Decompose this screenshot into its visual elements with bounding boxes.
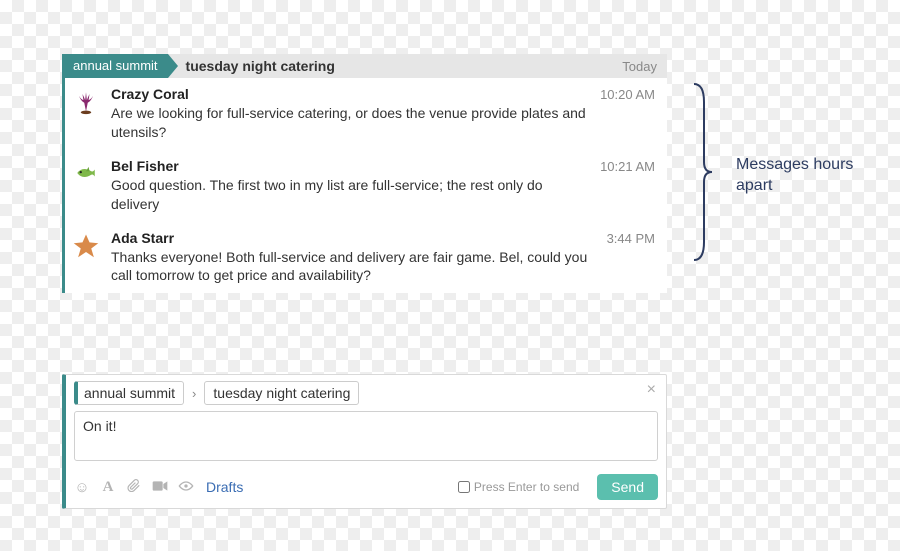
message: Bel Fisher 10:21 AM Good question. The f…	[65, 150, 667, 222]
message-time: 10:20 AM	[600, 87, 655, 102]
compose-topic-tag[interactable]: tuesday night catering	[204, 381, 359, 405]
compose-toolbar: ☺ A Drafts Press Enter to send Send	[66, 470, 666, 508]
chevron-right-icon: ›	[192, 386, 196, 401]
message-time: 10:21 AM	[600, 159, 655, 174]
message-time: 3:44 PM	[607, 231, 655, 246]
drafts-link[interactable]: Drafts	[206, 479, 243, 495]
message-text: Are we looking for full-service catering…	[111, 104, 591, 142]
avatar-fish	[71, 158, 101, 188]
close-icon[interactable]: ×	[647, 381, 656, 399]
avatar-coral	[71, 86, 101, 116]
compose-box: annual summit › tuesday night catering ×…	[62, 374, 667, 509]
annotation-label: Messages hours apart	[736, 155, 866, 197]
format-icon[interactable]: A	[100, 479, 116, 496]
compose-recipients: annual summit › tuesday night catering ×	[66, 375, 666, 411]
thread-parent-stream[interactable]: annual summit	[65, 54, 168, 78]
starfish-icon	[72, 231, 100, 259]
press-enter-label: Press Enter to send	[474, 480, 579, 494]
message-author[interactable]: Bel Fisher	[111, 158, 179, 174]
video-icon[interactable]	[152, 479, 168, 496]
compose-stream-tag[interactable]: annual summit	[74, 381, 184, 405]
preview-icon[interactable]	[178, 479, 194, 496]
press-enter-hint[interactable]: Press Enter to send	[458, 480, 579, 494]
thread-header: annual summit tuesday night catering Tod…	[65, 54, 667, 78]
emoji-icon[interactable]: ☺	[74, 479, 90, 496]
message-author[interactable]: Ada Starr	[111, 230, 174, 246]
message-text: Good question. The first two in my list …	[111, 176, 591, 214]
message-author[interactable]: Crazy Coral	[111, 86, 189, 102]
coral-icon	[72, 87, 100, 115]
message: Ada Starr 3:44 PM Thanks everyone! Both …	[65, 222, 667, 294]
annotation-brace	[690, 82, 715, 262]
send-button[interactable]: Send	[597, 474, 658, 500]
thread-topic[interactable]: tuesday night catering	[186, 58, 335, 74]
thread-date-label: Today	[622, 59, 657, 74]
thread-panel: annual summit tuesday night catering Tod…	[62, 54, 667, 293]
message-text: Thanks everyone! Both full-service and d…	[111, 248, 591, 286]
fish-icon	[72, 159, 100, 187]
message: Crazy Coral 10:20 AM Are we looking for …	[65, 78, 667, 150]
avatar-star	[71, 230, 101, 260]
attach-icon[interactable]	[126, 478, 142, 496]
compose-textarea[interactable]	[74, 411, 658, 461]
press-enter-checkbox[interactable]	[458, 481, 470, 493]
